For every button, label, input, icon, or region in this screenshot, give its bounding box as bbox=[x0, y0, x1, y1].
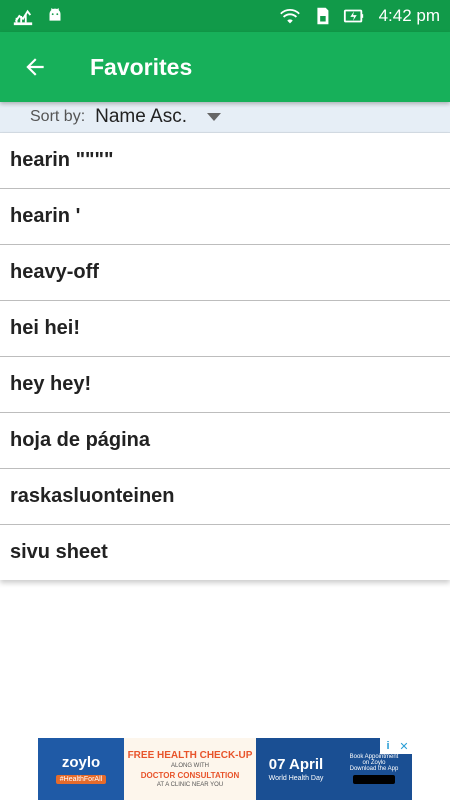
status-left bbox=[12, 5, 66, 27]
app-bar: Favorites bbox=[0, 32, 450, 102]
wifi-icon bbox=[279, 5, 301, 27]
app-store-badge bbox=[353, 775, 395, 784]
sort-value: Name Asc. bbox=[95, 106, 188, 127]
list-item[interactable]: hei hei! bbox=[0, 301, 450, 357]
ad-hashtag: #HealthForAll bbox=[55, 775, 107, 784]
back-button[interactable] bbox=[11, 43, 59, 91]
stats-icon bbox=[12, 5, 34, 27]
list-item[interactable]: hearin ' bbox=[0, 189, 450, 245]
ad-line3: AT A CLINIC NEAR YOU bbox=[156, 782, 224, 788]
ad-headline: FREE HEALTH CHECK-UP bbox=[127, 750, 253, 761]
ad-close-icon[interactable]: ✕ bbox=[396, 738, 412, 754]
ad-cta-panel: Book Appointment on Zoylo Download the A… bbox=[336, 738, 412, 800]
ad-line2: DOCTOR CONSULTATION bbox=[140, 771, 240, 780]
ad-date: 07 April bbox=[268, 756, 324, 773]
favorites-screen: 4:42 pm Favorites Sort by: Name Asc. hea… bbox=[0, 0, 450, 800]
sort-dropdown[interactable]: Name Asc. bbox=[95, 106, 222, 128]
sd-card-icon bbox=[311, 5, 333, 27]
ad-brand: zoylo bbox=[61, 754, 101, 771]
list-item[interactable]: hearin """" bbox=[0, 133, 450, 189]
dropdown-arrow-icon bbox=[207, 113, 222, 121]
status-right: 4:42 pm bbox=[279, 5, 440, 27]
ad-banner[interactable]: zoylo #HealthForAll FREE HEALTH CHECK-UP… bbox=[38, 738, 412, 800]
list-item[interactable]: heavy-off bbox=[0, 245, 450, 301]
status-bar: 4:42 pm bbox=[0, 0, 450, 32]
favorites-list: hearin """" hearin ' heavy-off hei hei! … bbox=[0, 133, 450, 580]
ad-choices: i ✕ bbox=[380, 738, 412, 754]
sort-label: Sort by: bbox=[30, 108, 86, 125]
ad-date-panel: 07 April World Health Day bbox=[256, 738, 336, 800]
ad-cta3: Download the App bbox=[349, 766, 399, 772]
list-item[interactable]: hoja de página bbox=[0, 413, 450, 469]
status-time: 4:42 pm bbox=[378, 6, 440, 25]
page-title: Favorites bbox=[90, 53, 193, 80]
list-item[interactable]: hey hey! bbox=[0, 357, 450, 413]
android-debug-icon bbox=[44, 5, 66, 27]
arrow-back-icon bbox=[22, 54, 48, 80]
ad-info-icon[interactable]: i bbox=[380, 738, 396, 754]
list-item[interactable]: raskasluonteinen bbox=[0, 469, 450, 525]
sort-bar: Sort by: Name Asc. bbox=[0, 102, 450, 133]
ad-line1: ALONG WITH bbox=[170, 763, 209, 769]
ad-event: World Health Day bbox=[268, 775, 324, 782]
battery-charging-icon bbox=[343, 5, 365, 27]
list-item[interactable]: sivu sheet bbox=[0, 525, 450, 580]
ad-offer-panel: FREE HEALTH CHECK-UP ALONG WITH DOCTOR C… bbox=[124, 738, 256, 800]
ad-brand-panel: zoylo #HealthForAll bbox=[38, 738, 124, 800]
